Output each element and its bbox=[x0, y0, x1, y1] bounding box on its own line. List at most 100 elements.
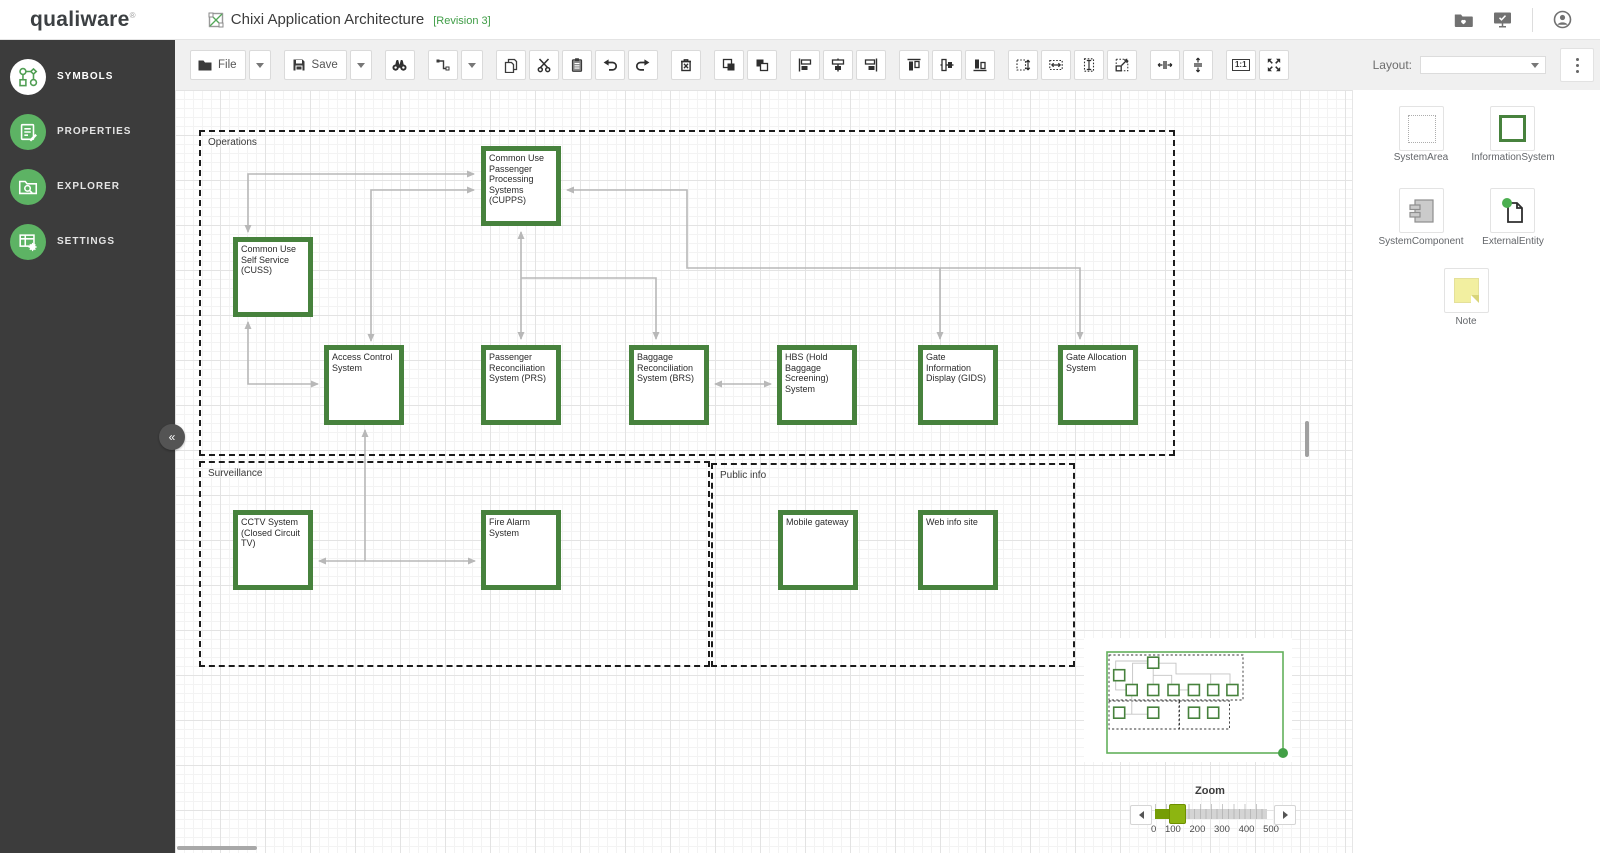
file-button[interactable]: File bbox=[190, 50, 246, 80]
sidebar-item-settings[interactable]: SETTINGS bbox=[0, 219, 175, 264]
sidebar-item-symbols[interactable]: SYMBOLS bbox=[0, 54, 175, 99]
external-entity-symbol-icon bbox=[1498, 196, 1528, 226]
align-top-button[interactable] bbox=[899, 50, 929, 80]
node-web-info-site[interactable]: Web info site bbox=[918, 510, 998, 590]
align-right-icon bbox=[863, 57, 879, 73]
delete-button[interactable] bbox=[671, 50, 701, 80]
horizontal-scrollbar-thumb[interactable] bbox=[177, 846, 257, 850]
repository-folder-icon[interactable] bbox=[1454, 12, 1473, 28]
palette-item-label: ExternalEntity bbox=[1482, 236, 1544, 247]
resize-button[interactable] bbox=[1107, 50, 1137, 80]
minimap-resize-handle[interactable] bbox=[1278, 748, 1288, 758]
save-button[interactable]: Save bbox=[284, 50, 347, 80]
sidebar-item-properties[interactable]: PROPERTIES bbox=[0, 109, 175, 154]
sidebar-collapse-button[interactable]: « bbox=[159, 424, 185, 450]
dropdown-caret-icon bbox=[256, 63, 264, 68]
node-label: Passenger Reconciliation System (PRS) bbox=[489, 352, 553, 384]
file-dropdown-button[interactable] bbox=[249, 50, 271, 80]
distribute-horizontal-button[interactable] bbox=[1150, 50, 1180, 80]
minimap-viewport[interactable] bbox=[1107, 652, 1283, 753]
folder-icon bbox=[197, 57, 213, 73]
align-left-button[interactable] bbox=[790, 50, 820, 80]
node-prs[interactable]: Passenger Reconciliation System (PRS) bbox=[481, 345, 561, 425]
connector-style-button[interactable] bbox=[428, 50, 458, 80]
properties-icon bbox=[10, 114, 46, 150]
dropdown-caret-icon bbox=[357, 63, 365, 68]
presentation-monitor-icon[interactable] bbox=[1493, 11, 1512, 28]
zoom-slider-thumb[interactable] bbox=[1169, 804, 1186, 824]
vertical-scrollbar-thumb[interactable] bbox=[1305, 421, 1309, 457]
minimap[interactable] bbox=[1084, 638, 1292, 762]
distribute-horizontal-icon bbox=[1157, 57, 1173, 73]
copy-button[interactable] bbox=[496, 50, 526, 80]
account-icon[interactable] bbox=[1553, 10, 1572, 29]
layout-group: Layout: bbox=[1373, 56, 1546, 74]
paste-button[interactable] bbox=[562, 50, 592, 80]
match-height-outside-icon bbox=[1015, 57, 1031, 73]
align-middle-button[interactable] bbox=[932, 50, 962, 80]
undo-button[interactable] bbox=[595, 50, 625, 80]
distribute-vertical-button[interactable] bbox=[1183, 50, 1213, 80]
system-area-public-info[interactable]: Public info bbox=[711, 463, 1075, 667]
align-right-button[interactable] bbox=[856, 50, 886, 80]
settings-icon bbox=[10, 224, 46, 260]
fit-to-screen-button[interactable] bbox=[1259, 50, 1289, 80]
align-bottom-button[interactable] bbox=[965, 50, 995, 80]
zoom-one-to-one-button[interactable]: 1:1 bbox=[1226, 50, 1256, 80]
node-gids[interactable]: Gate Information Display (GIDS) bbox=[918, 345, 998, 425]
match-height-outside-button[interactable] bbox=[1008, 50, 1038, 80]
arrow-right-icon bbox=[1283, 811, 1288, 819]
more-options-button[interactable] bbox=[1560, 48, 1594, 82]
save-dropdown-button[interactable] bbox=[350, 50, 372, 80]
align-center-icon bbox=[830, 57, 846, 73]
header-actions bbox=[1454, 8, 1572, 32]
zoom-out-button[interactable] bbox=[1130, 805, 1152, 825]
palette-item-external-entity[interactable] bbox=[1490, 188, 1535, 233]
node-label: CCTV System (Closed Circuit TV) bbox=[241, 517, 305, 549]
qualiware-logo[interactable]: qualiware® bbox=[30, 8, 136, 32]
match-width-button[interactable] bbox=[1041, 50, 1071, 80]
palette-item-system-area[interactable] bbox=[1399, 106, 1444, 151]
node-cuss[interactable]: Common Use Self Service (CUSS) bbox=[233, 237, 313, 317]
bring-to-front-icon bbox=[721, 57, 737, 73]
match-width-icon bbox=[1048, 57, 1064, 73]
connector-line-icon bbox=[435, 57, 451, 73]
zoom-slider-track[interactable] bbox=[1155, 809, 1267, 819]
arrow-left-icon bbox=[1139, 811, 1144, 819]
node-brs[interactable]: Baggage Reconciliation System (BRS) bbox=[629, 345, 709, 425]
palette-item-system-component[interactable] bbox=[1399, 188, 1444, 233]
copy-icon bbox=[503, 57, 519, 73]
node-cctv[interactable]: CCTV System (Closed Circuit TV) bbox=[233, 510, 313, 590]
node-access-control[interactable]: Access Control System bbox=[324, 345, 404, 425]
layout-select[interactable] bbox=[1420, 56, 1546, 74]
zoom-tick: 200 bbox=[1190, 824, 1206, 835]
palette-item-note[interactable] bbox=[1444, 268, 1489, 313]
find-button[interactable] bbox=[385, 50, 415, 80]
node-cupps[interactable]: Common Use Passenger Processing Systems … bbox=[481, 146, 561, 226]
match-height-icon bbox=[1081, 57, 1097, 73]
sidebar: SYMBOLS PROPERTIES EXPLORER bbox=[0, 40, 175, 853]
node-mobile-gateway[interactable]: Mobile gateway bbox=[778, 510, 858, 590]
diagram-canvas[interactable]: Operations Surveillance Public info bbox=[175, 90, 1352, 853]
diagram-document-icon bbox=[208, 12, 224, 28]
node-fire-alarm[interactable]: Fire Alarm System bbox=[481, 510, 561, 590]
sidebar-item-label: PROPERTIES bbox=[57, 126, 131, 137]
system-component-symbol-icon bbox=[1407, 196, 1437, 226]
match-height-button[interactable] bbox=[1074, 50, 1104, 80]
sidebar-item-explorer[interactable]: EXPLORER bbox=[0, 164, 175, 209]
node-label: Access Control System bbox=[332, 352, 396, 373]
cut-button[interactable] bbox=[529, 50, 559, 80]
connector-dropdown-button[interactable] bbox=[461, 50, 483, 80]
zoom-in-button[interactable] bbox=[1274, 805, 1296, 825]
redo-icon bbox=[635, 57, 651, 73]
node-gate-allocation[interactable]: Gate Allocation System bbox=[1058, 345, 1138, 425]
redo-button[interactable] bbox=[628, 50, 658, 80]
file-button-label: File bbox=[218, 59, 237, 71]
send-to-back-button[interactable] bbox=[747, 50, 777, 80]
find-binoculars-icon bbox=[391, 57, 408, 73]
bring-to-front-button[interactable] bbox=[714, 50, 744, 80]
align-center-button[interactable] bbox=[823, 50, 853, 80]
node-hbs[interactable]: HBS (Hold Baggage Screening) System bbox=[777, 345, 857, 425]
zoom-tick-labels: 0 100 200 300 400 500 bbox=[1151, 824, 1279, 835]
palette-item-information-system[interactable] bbox=[1490, 106, 1535, 151]
